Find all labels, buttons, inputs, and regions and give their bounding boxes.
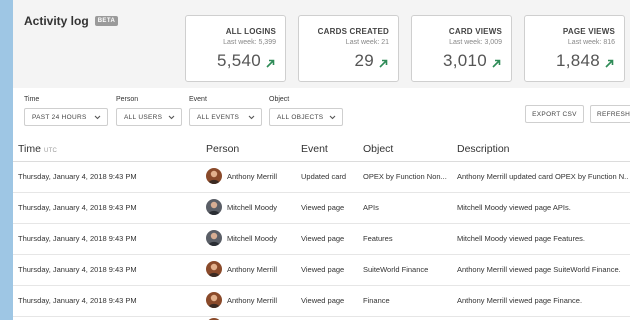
row-time: Thursday, January 4, 2018 9:43 PM xyxy=(18,203,137,212)
stat-last-week: Last week: 21 xyxy=(345,39,389,46)
filter-label-time: Time xyxy=(24,96,40,103)
chevron-down-icon xyxy=(248,115,255,120)
person-filter-select[interactable]: ALL USERS xyxy=(116,108,182,126)
row-person[interactable]: Mitchell Moody xyxy=(227,203,277,212)
row-person[interactable]: Anthony Merrill xyxy=(227,265,277,274)
left-background-strip xyxy=(0,0,13,320)
export-csv-button[interactable]: EXPORT CSV xyxy=(525,105,584,123)
table-row[interactable]: Thursday, January 4, 2018 9:43 PM Anthon… xyxy=(13,255,630,286)
row-person[interactable]: Mitchell Moody xyxy=(227,234,277,243)
chevron-down-icon xyxy=(329,115,336,120)
stat-value: 5,540 xyxy=(216,51,261,70)
trend-up-icon xyxy=(492,59,501,68)
stat-last-week: Last week: 816 xyxy=(567,39,615,46)
row-time: Thursday, January 4, 2018 9:43 PM xyxy=(18,265,137,274)
trend-up-icon xyxy=(266,59,275,68)
filter-label-person: Person xyxy=(116,96,139,103)
utc-label: UTC xyxy=(43,148,58,154)
stat-card-cards-created: CARDS CREATED Last week: 21 29 xyxy=(298,15,399,82)
row-description: Anthony Merrill updated card OPEX by Fun… xyxy=(457,172,629,181)
row-time: Thursday, January 4, 2018 9:43 PM xyxy=(18,296,137,305)
object-filter-select[interactable]: ALL OBJECTS xyxy=(269,108,343,126)
avatar xyxy=(206,230,222,246)
row-event: Viewed page xyxy=(301,296,345,305)
time-filter-value: PAST 24 HOURS xyxy=(32,113,87,121)
avatar xyxy=(206,199,222,215)
stat-label: ALL LOGINS xyxy=(225,27,276,36)
trend-up-icon xyxy=(605,59,614,68)
row-person[interactable]: Anthony Merrill xyxy=(227,172,277,181)
stat-card-all-logins: ALL LOGINS Last week: 5,399 5,540 xyxy=(185,15,286,82)
column-header-description: Description xyxy=(457,143,510,155)
column-header-object: Object xyxy=(363,143,394,155)
stat-card-page-views: PAGE VIEWS Last week: 816 1,848 xyxy=(524,15,625,82)
stat-value: 29 xyxy=(354,51,374,70)
row-event: Viewed page xyxy=(301,203,345,212)
time-filter-select[interactable]: PAST 24 HOURS xyxy=(24,108,108,126)
filter-label-object: Object xyxy=(269,96,290,103)
refresh-button[interactable]: REFRESH xyxy=(590,105,630,123)
chevron-down-icon xyxy=(168,115,175,120)
row-event: Viewed page xyxy=(301,265,345,274)
person-filter-value: ALL USERS xyxy=(124,113,163,121)
row-object[interactable]: APIs xyxy=(363,203,451,212)
row-description: Mitchell Moody viewed page Features. xyxy=(457,234,585,243)
beta-badge: BETA xyxy=(94,16,119,26)
row-event: Viewed page xyxy=(301,234,345,243)
chevron-down-icon xyxy=(94,115,101,120)
stat-card-card-views: CARD VIEWS Last week: 3,009 3,010 xyxy=(411,15,512,82)
table-row[interactable]: Thursday, January 4, 2018 9:43 PM Anthon… xyxy=(13,286,630,317)
row-description: Mitchell Moody viewed page APIs. xyxy=(457,203,571,212)
row-object[interactable]: Features xyxy=(363,234,451,243)
row-time: Thursday, January 4, 2018 9:43 PM xyxy=(18,234,137,243)
object-filter-value: ALL OBJECTS xyxy=(277,113,324,121)
event-filter-value: ALL EVENTS xyxy=(197,113,240,121)
avatar xyxy=(206,292,222,308)
stat-label: CARDS CREATED xyxy=(317,27,389,36)
stat-value: 3,010 xyxy=(442,51,487,70)
table-row[interactable]: Thursday, January 4, 2018 9:43 PM Mitche… xyxy=(13,224,630,255)
page-title-text: Activity log xyxy=(24,14,89,28)
column-header-time-text: Time xyxy=(18,143,41,155)
avatar xyxy=(206,168,222,184)
table-row[interactable]: Thursday, January 4, 2018 9:43 PM Anthon… xyxy=(13,162,630,193)
trend-up-icon xyxy=(379,59,388,68)
stat-last-week: Last week: 5,399 xyxy=(223,39,276,46)
avatar xyxy=(206,261,222,277)
row-event: Updated card xyxy=(301,172,347,181)
row-description: Anthony Merrill viewed page Finance. xyxy=(457,296,583,305)
row-person[interactable]: Anthony Merrill xyxy=(227,296,277,305)
filter-label-event: Event xyxy=(189,96,207,103)
column-header-event: Event xyxy=(301,143,328,155)
stat-value: 1,848 xyxy=(555,51,600,70)
stat-label: PAGE VIEWS xyxy=(562,27,615,36)
stat-last-week: Last week: 3,009 xyxy=(449,39,502,46)
column-header-person: Person xyxy=(206,143,240,155)
row-time: Thursday, January 4, 2018 9:43 PM xyxy=(18,172,137,181)
row-object[interactable]: Finance xyxy=(363,296,451,305)
row-object[interactable]: SuiteWorld Finance xyxy=(363,265,451,274)
table-row[interactable]: Thursday, January 4, 2018 9:43 PM Mitche… xyxy=(13,193,630,224)
row-object[interactable]: OPEX by Function Non... xyxy=(363,172,451,181)
page-title: Activity log BETA xyxy=(24,14,119,28)
row-description: Anthony Merrill viewed page SuiteWorld F… xyxy=(457,265,621,274)
event-filter-select[interactable]: ALL EVENTS xyxy=(189,108,262,126)
stat-label: CARD VIEWS xyxy=(448,27,502,36)
activity-log-panel: Activity log BETA ALL LOGINS Last week: … xyxy=(13,0,630,320)
column-header-time: Time UTC xyxy=(18,143,57,155)
